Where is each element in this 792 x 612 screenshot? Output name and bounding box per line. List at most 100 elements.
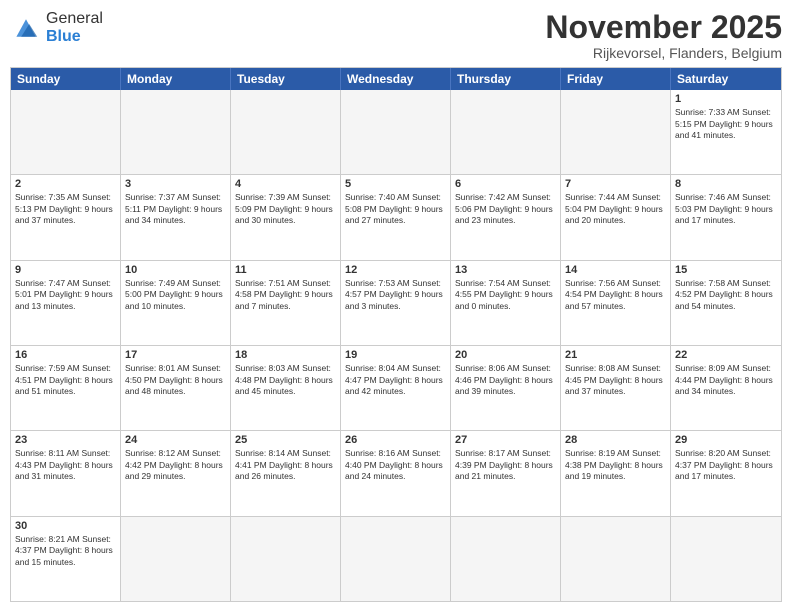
day-info: Sunrise: 7:39 AM Sunset: 5:09 PM Dayligh… (235, 192, 336, 226)
header: General Blue November 2025 Rijkevorsel, … (10, 10, 782, 61)
logo: General Blue (10, 10, 103, 45)
day-cell (671, 517, 781, 601)
day-header-friday: Friday (561, 68, 671, 90)
calendar: SundayMondayTuesdayWednesdayThursdayFrid… (10, 67, 782, 602)
day-cell: 14Sunrise: 7:56 AM Sunset: 4:54 PM Dayli… (561, 261, 671, 345)
day-number: 10 (125, 264, 226, 276)
day-number: 17 (125, 349, 226, 361)
day-cell: 20Sunrise: 8:06 AM Sunset: 4:46 PM Dayli… (451, 346, 561, 430)
day-number: 26 (345, 434, 446, 446)
day-number: 27 (455, 434, 556, 446)
day-info: Sunrise: 7:47 AM Sunset: 5:01 PM Dayligh… (15, 278, 116, 312)
day-cell: 3 Sunrise: 7:37 AM Sunset: 5:11 PM Daylig… (121, 175, 231, 259)
week-row-4: 16 Sunrise: 7:59 AM Sunset: 4:51 PM Dayli… (11, 346, 781, 431)
day-info: Sunrise: 8:20 AM Sunset: 4:37 PM Dayligh… (675, 448, 777, 482)
day-cell: 25 Sunrise: 8:14 AM Sunset: 4:41 PM Dayli… (231, 431, 341, 515)
day-cell: 1 Sunrise: 7:33 AM Sunset: 5:15 PM Daylig… (671, 90, 781, 174)
day-number: 7 (565, 178, 666, 190)
day-info: Sunrise: 7:56 AM Sunset: 4:54 PM Dayligh… (565, 278, 666, 312)
day-cell (231, 517, 341, 601)
day-info: Sunrise: 8:19 AM Sunset: 4:38 PM Dayligh… (565, 448, 666, 482)
day-cell: 26Sunrise: 8:16 AM Sunset: 4:40 PM Dayli… (341, 431, 451, 515)
day-info: Sunrise: 7:53 AM Sunset: 4:57 PM Dayligh… (345, 278, 446, 312)
day-cell (561, 90, 671, 174)
day-info: Sunrise: 7:40 AM Sunset: 5:08 PM Dayligh… (345, 192, 446, 226)
day-cell: 19Sunrise: 8:04 AM Sunset: 4:47 PM Dayli… (341, 346, 451, 430)
day-info: Sunrise: 8:09 AM Sunset: 4:44 PM Dayligh… (675, 363, 777, 397)
day-header-monday: Monday (121, 68, 231, 90)
day-cell: 30Sunrise: 8:21 AM Sunset: 4:37 PM Dayli… (11, 517, 121, 601)
day-info: Sunrise: 8:08 AM Sunset: 4:45 PM Dayligh… (565, 363, 666, 397)
day-cell: 5 Sunrise: 7:40 AM Sunset: 5:08 PM Daylig… (341, 175, 451, 259)
day-cell: 12 Sunrise: 7:53 AM Sunset: 4:57 PM Dayli… (341, 261, 451, 345)
day-info: Sunrise: 7:33 AM Sunset: 5:15 PM Dayligh… (675, 107, 777, 141)
month-title: November 2025 (545, 10, 782, 45)
week-row-2: 2 Sunrise: 7:35 AM Sunset: 5:13 PM Daylig… (11, 175, 781, 260)
day-info: Sunrise: 7:42 AM Sunset: 5:06 PM Dayligh… (455, 192, 556, 226)
day-number: 2 (15, 178, 116, 190)
day-number: 11 (235, 264, 336, 276)
day-cell: 6 Sunrise: 7:42 AM Sunset: 5:06 PM Daylig… (451, 175, 561, 259)
day-cell (451, 517, 561, 601)
day-info: Sunrise: 7:37 AM Sunset: 5:11 PM Dayligh… (125, 192, 226, 226)
day-number: 1 (675, 93, 777, 105)
day-info: Sunrise: 7:46 AM Sunset: 5:03 PM Dayligh… (675, 192, 777, 226)
day-cell (341, 90, 451, 174)
day-info: Sunrise: 7:59 AM Sunset: 4:51 PM Dayligh… (15, 363, 116, 397)
location-subtitle: Rijkevorsel, Flanders, Belgium (545, 45, 782, 61)
day-number: 22 (675, 349, 777, 361)
day-header-thursday: Thursday (451, 68, 561, 90)
week-row-1: 1 Sunrise: 7:33 AM Sunset: 5:15 PM Daylig… (11, 90, 781, 175)
day-number: 21 (565, 349, 666, 361)
day-cell (451, 90, 561, 174)
week-row-6: 30Sunrise: 8:21 AM Sunset: 4:37 PM Dayli… (11, 517, 781, 601)
day-info: Sunrise: 7:51 AM Sunset: 4:58 PM Dayligh… (235, 278, 336, 312)
day-cell: 17 Sunrise: 8:01 AM Sunset: 4:50 PM Dayli… (121, 346, 231, 430)
day-number: 15 (675, 264, 777, 276)
day-info: Sunrise: 8:12 AM Sunset: 4:42 PM Dayligh… (125, 448, 226, 482)
day-number: 29 (675, 434, 777, 446)
day-info: Sunrise: 7:58 AM Sunset: 4:52 PM Dayligh… (675, 278, 777, 312)
week-row-5: 23 Sunrise: 8:11 AM Sunset: 4:43 PM Dayli… (11, 431, 781, 516)
day-number: 6 (455, 178, 556, 190)
day-cell: 15 Sunrise: 7:58 AM Sunset: 4:52 PM Dayli… (671, 261, 781, 345)
day-info: Sunrise: 8:11 AM Sunset: 4:43 PM Dayligh… (15, 448, 116, 482)
day-number: 24 (125, 434, 226, 446)
day-cell (561, 517, 671, 601)
day-number: 23 (15, 434, 116, 446)
day-cell: 22 Sunrise: 8:09 AM Sunset: 4:44 PM Dayli… (671, 346, 781, 430)
day-header-saturday: Saturday (671, 68, 781, 90)
day-cell: 7Sunrise: 7:44 AM Sunset: 5:04 PM Daylig… (561, 175, 671, 259)
day-number: 28 (565, 434, 666, 446)
day-number: 30 (15, 520, 116, 532)
day-info: Sunrise: 7:54 AM Sunset: 4:55 PM Dayligh… (455, 278, 556, 312)
day-info: Sunrise: 8:06 AM Sunset: 4:46 PM Dayligh… (455, 363, 556, 397)
day-info: Sunrise: 8:14 AM Sunset: 4:41 PM Dayligh… (235, 448, 336, 482)
day-info: Sunrise: 7:35 AM Sunset: 5:13 PM Dayligh… (15, 192, 116, 226)
day-number: 8 (675, 178, 777, 190)
day-cell: 27Sunrise: 8:17 AM Sunset: 4:39 PM Dayli… (451, 431, 561, 515)
day-number: 3 (125, 178, 226, 190)
day-cell: 10 Sunrise: 7:49 AM Sunset: 5:00 PM Dayli… (121, 261, 231, 345)
day-header-tuesday: Tuesday (231, 68, 341, 90)
day-cell (341, 517, 451, 601)
day-info: Sunrise: 7:49 AM Sunset: 5:00 PM Dayligh… (125, 278, 226, 312)
day-cell: 23 Sunrise: 8:11 AM Sunset: 4:43 PM Dayli… (11, 431, 121, 515)
day-cell: 21 Sunrise: 8:08 AM Sunset: 4:45 PM Dayli… (561, 346, 671, 430)
day-number: 16 (15, 349, 116, 361)
day-number: 5 (345, 178, 446, 190)
day-cell: 13Sunrise: 7:54 AM Sunset: 4:55 PM Dayli… (451, 261, 561, 345)
day-cell: 28 Sunrise: 8:19 AM Sunset: 4:38 PM Dayli… (561, 431, 671, 515)
day-cell (121, 517, 231, 601)
day-number: 19 (345, 349, 446, 361)
day-number: 9 (15, 264, 116, 276)
day-cell: 29 Sunrise: 8:20 AM Sunset: 4:37 PM Dayli… (671, 431, 781, 515)
day-number: 12 (345, 264, 446, 276)
day-cell: 11 Sunrise: 7:51 AM Sunset: 4:58 PM Dayli… (231, 261, 341, 345)
day-info: Sunrise: 8:01 AM Sunset: 4:50 PM Dayligh… (125, 363, 226, 397)
day-cell: 18Sunrise: 8:03 AM Sunset: 4:48 PM Dayli… (231, 346, 341, 430)
day-cell: 24 Sunrise: 8:12 AM Sunset: 4:42 PM Dayli… (121, 431, 231, 515)
day-number: 25 (235, 434, 336, 446)
week-row-3: 9 Sunrise: 7:47 AM Sunset: 5:01 PM Daylig… (11, 261, 781, 346)
day-cell (11, 90, 121, 174)
